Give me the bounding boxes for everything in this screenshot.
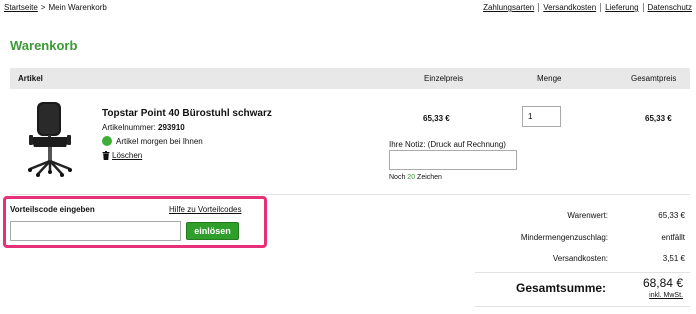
privacy-link[interactable]: Datenschutz [642, 3, 692, 12]
top-links: Zahlungsarten Versandkosten Lieferung Da… [479, 3, 692, 12]
product-name[interactable]: Topstar Point 40 Bürostuhl schwarz [102, 108, 272, 119]
voucher-help-link[interactable]: Hilfe zu Vorteilcodes [169, 205, 241, 214]
header-total-price: Gesamtpreis [631, 74, 677, 83]
row-divider [10, 194, 690, 195]
min-quantity-value: entfällt [661, 233, 685, 242]
min-quantity-label: Mindermengenzuschlag: [520, 233, 608, 242]
goods-value: 65,33 € [658, 211, 685, 220]
note-input[interactable] [389, 150, 517, 170]
line-total-price: 65,33 € [645, 114, 672, 123]
cart-table-header: Artikel Einzelpreis Menge Gesamtpreis [10, 68, 690, 89]
header-unit-price: Einzelpreis [424, 74, 464, 83]
breadcrumb-home-link[interactable]: Startseite [4, 3, 38, 12]
payment-methods-link[interactable]: Zahlungsarten [479, 3, 538, 12]
grand-total-label: Gesamtsumme: [516, 281, 607, 295]
shipping-label: Versandkosten: [552, 254, 608, 263]
delete-label[interactable]: Löschen [112, 151, 142, 160]
goods-value-label: Warenwert: [567, 211, 608, 220]
availability-text: Artikel morgen bei Ihnen [116, 136, 203, 146]
unit-price: 65,33 € [423, 114, 450, 123]
article-number-label: Artikelnummer: [102, 123, 156, 132]
shipping-costs-link[interactable]: Versandkosten [538, 3, 600, 12]
remaining-count: 20 [407, 174, 416, 181]
quantity-input[interactable] [522, 106, 561, 127]
breadcrumb-separator: > [40, 3, 46, 12]
header-article: Artikel [18, 74, 43, 83]
article-number-value: 293910 [158, 123, 185, 132]
remaining-prefix: Noch [389, 174, 406, 181]
voucher-code-input[interactable] [10, 221, 181, 241]
note-label: Ihre Notiz: (Druck auf Rechnung) [389, 140, 506, 149]
header-quantity: Menge [537, 74, 562, 83]
office-chair-icon[interactable] [26, 101, 74, 177]
summary-divider [475, 272, 690, 273]
summary-bottom-divider [475, 306, 690, 307]
breadcrumb: Startseite > Mein Warenkorb [4, 3, 107, 12]
trash-icon [102, 151, 110, 160]
page-title: Warenkorb [10, 38, 78, 53]
green-dot-icon [102, 136, 112, 146]
grand-total-value: 68,84 € [642, 276, 683, 290]
delivery-link[interactable]: Lieferung [600, 3, 642, 12]
article-number: Artikelnummer: 293910 [102, 123, 185, 132]
shipping-value: 3,51 € [662, 254, 685, 263]
delete-button[interactable]: Löschen [102, 151, 142, 160]
voucher-label: Vorteilscode eingeben [10, 205, 95, 214]
tax-note-link[interactable]: inkl. MwSt. [649, 292, 683, 299]
remaining-suffix: Zeichen [417, 174, 442, 181]
note-remaining-chars: Noch 20 Zeichen [389, 174, 442, 181]
redeem-button[interactable]: einlösen [186, 222, 239, 240]
availability: Artikel morgen bei Ihnen [102, 136, 203, 146]
breadcrumb-current: Mein Warenkorb [48, 3, 107, 12]
